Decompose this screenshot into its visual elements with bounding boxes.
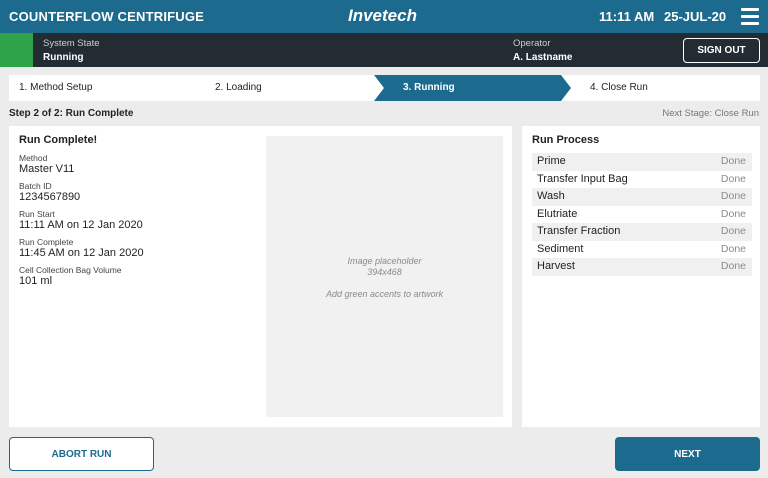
process-name: Elutriate bbox=[537, 207, 578, 220]
process-row: Wash Done bbox=[532, 188, 752, 206]
step-label: 4. Close Run bbox=[590, 82, 648, 93]
run-complete-title: Run Complete! bbox=[19, 134, 98, 146]
step-close-run[interactable]: 4. Close Run bbox=[561, 75, 760, 101]
process-name: Transfer Input Bag bbox=[537, 172, 628, 185]
brand-logo: Invetech bbox=[348, 6, 417, 25]
step-label: 3. Running bbox=[403, 82, 455, 93]
run-process-title: Run Process bbox=[532, 134, 600, 146]
date: 25-JUL-20 bbox=[664, 9, 727, 24]
placeholder-note: Add green accents to artwork bbox=[325, 289, 444, 299]
hamburger-menu-icon[interactable] bbox=[741, 8, 759, 25]
run-summary-panel: Run Complete! Method Master V11 Batch ID… bbox=[9, 126, 512, 427]
process-name: Prime bbox=[537, 155, 566, 167]
abort-run-button[interactable]: ABORT RUN bbox=[9, 437, 154, 471]
image-placeholder: Image placeholder 394x468 Add green acce… bbox=[266, 136, 503, 417]
bag-volume-label: Cell Collection Bag Volume bbox=[19, 265, 122, 275]
placeholder-text: Image placeholder bbox=[347, 256, 422, 266]
process-list: Prime Done Transfer Input Bag Done Wash … bbox=[532, 153, 752, 276]
process-status: Done bbox=[720, 172, 746, 185]
run-complete-value: 11:45 AM on 12 Jan 2020 bbox=[19, 247, 144, 259]
process-name: Wash bbox=[537, 190, 565, 202]
next-button[interactable]: NEXT bbox=[615, 437, 760, 471]
process-status: Done bbox=[720, 190, 746, 202]
placeholder-size: 394x468 bbox=[367, 267, 402, 277]
top-bar: COUNTERFLOW CENTRIFUGE Invetech 11:11 AM… bbox=[0, 0, 768, 33]
app-title: COUNTERFLOW CENTRIFUGE bbox=[9, 9, 205, 24]
operator-value: A. Lastname bbox=[513, 52, 573, 63]
method-label: Method bbox=[19, 153, 48, 163]
step-loading[interactable]: 2. Loading bbox=[187, 75, 387, 101]
process-status: Done bbox=[720, 155, 746, 167]
step-running[interactable]: 3. Running bbox=[374, 75, 574, 101]
clock: 11:11 AM bbox=[599, 9, 655, 24]
status-bar: System State Running Operator A. Lastnam… bbox=[0, 33, 768, 67]
process-name: Sediment bbox=[537, 242, 584, 255]
step-label: 2. Loading bbox=[215, 82, 262, 93]
batch-id-label: Batch ID bbox=[19, 181, 52, 191]
step-method-setup[interactable]: 1. Method Setup bbox=[9, 75, 201, 101]
method-value: Master V11 bbox=[19, 163, 75, 175]
process-row: Transfer Input Bag Done bbox=[532, 171, 752, 189]
sign-out-button[interactable]: SIGN OUT bbox=[683, 38, 760, 63]
process-name: Harvest bbox=[537, 260, 575, 272]
process-status: Done bbox=[720, 207, 746, 220]
system-state-label: System State bbox=[43, 38, 100, 49]
run-process-panel: Run Process Prime Done Transfer Input Ba… bbox=[522, 126, 760, 427]
next-stage-label: Next Stage: Close Run bbox=[662, 108, 759, 119]
state-indicator bbox=[0, 33, 33, 67]
step-title: Step 2 of 2: Run Complete bbox=[9, 108, 134, 119]
process-status: Done bbox=[720, 225, 746, 237]
run-start-value: 11:11 AM on 12 Jan 2020 bbox=[19, 219, 143, 231]
step-label: 1. Method Setup bbox=[19, 82, 93, 93]
process-row: Elutriate Done bbox=[532, 206, 752, 224]
process-row: Transfer Fraction Done bbox=[532, 223, 752, 241]
system-state-value: Running bbox=[43, 52, 84, 63]
operator-label: Operator bbox=[513, 38, 551, 49]
run-complete-label: Run Complete bbox=[19, 237, 74, 247]
process-name: Transfer Fraction bbox=[537, 225, 621, 237]
progress-stepper: 1. Method Setup 2. Loading 3. Running 4.… bbox=[0, 75, 768, 101]
batch-id-value: 1234567890 bbox=[19, 191, 81, 203]
process-status: Done bbox=[720, 242, 746, 255]
bag-volume-value: 101 ml bbox=[19, 275, 53, 287]
run-start-label: Run Start bbox=[19, 209, 55, 219]
process-row: Harvest Done bbox=[532, 258, 752, 276]
process-row: Prime Done bbox=[532, 153, 752, 171]
process-status: Done bbox=[720, 260, 746, 272]
process-row: Sediment Done bbox=[532, 241, 752, 259]
